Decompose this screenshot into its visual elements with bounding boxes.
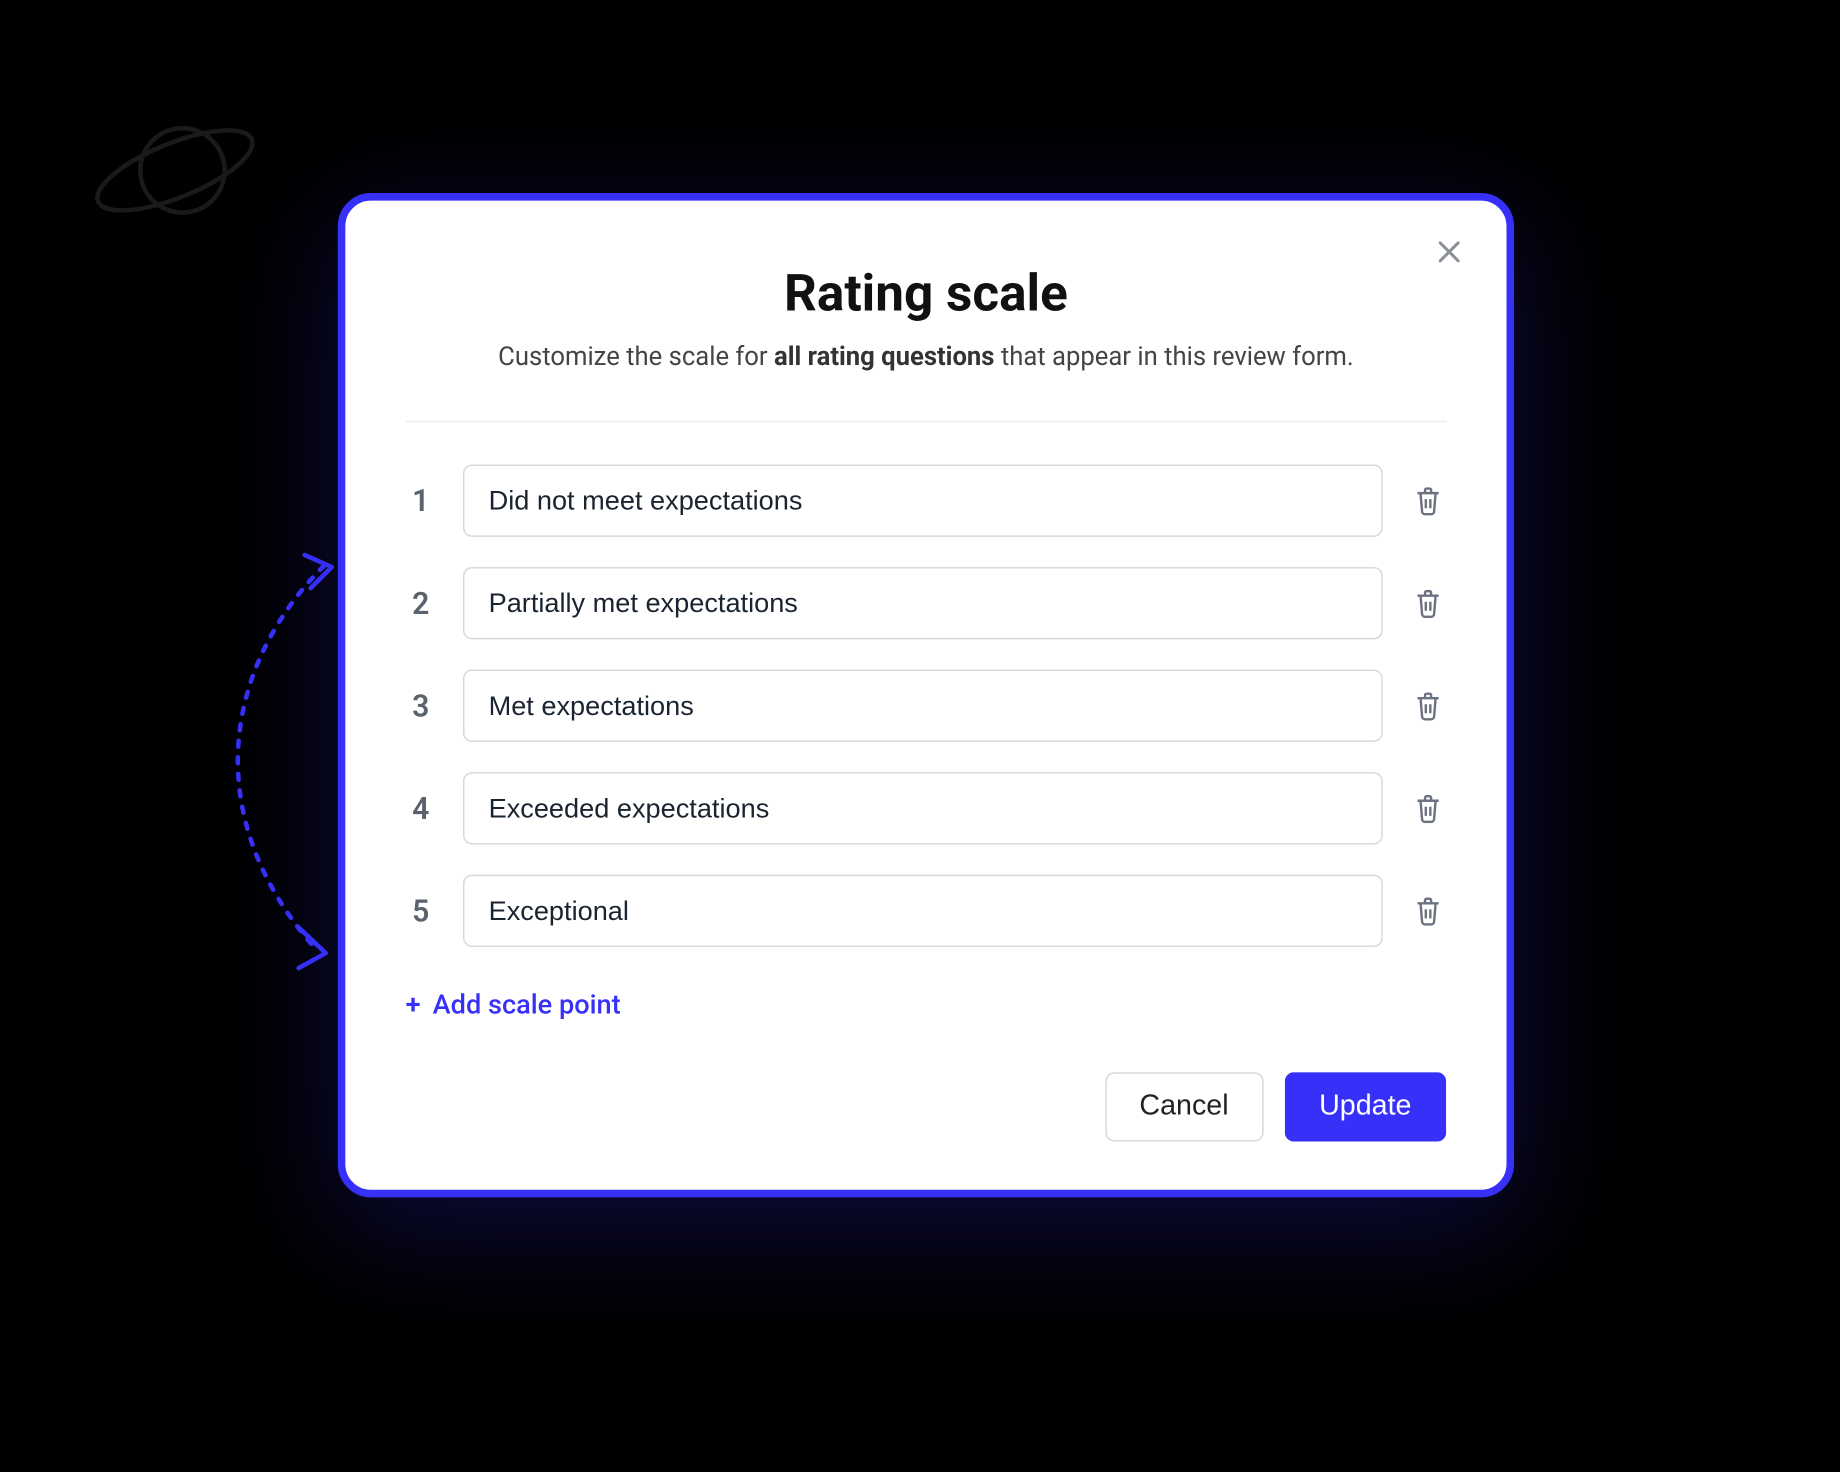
arrow-decoration [181, 543, 347, 986]
divider [406, 421, 1447, 423]
scale-number: 3 [406, 688, 436, 724]
scale-row: 5 [406, 875, 1447, 947]
trash-icon [1415, 588, 1442, 618]
modal-title: Rating scale [406, 264, 1447, 324]
add-scale-point-button[interactable]: + Add scale point [406, 989, 621, 1021]
scale-row: 1 [406, 464, 1447, 536]
scale-rows: 1 2 3 4 5 [406, 464, 1447, 947]
trash-icon [1415, 793, 1442, 823]
scale-input[interactable] [463, 875, 1383, 947]
plus-icon: + [406, 989, 421, 1021]
close-button[interactable] [1431, 234, 1467, 270]
scale-number: 1 [406, 483, 436, 519]
modal-subtitle: Customize the scale for all rating quest… [406, 342, 1447, 372]
delete-button[interactable] [1410, 585, 1446, 621]
scale-number: 5 [406, 893, 436, 929]
planet-icon [84, 103, 265, 245]
cancel-button[interactable]: Cancel [1105, 1072, 1264, 1141]
delete-button[interactable] [1410, 483, 1446, 519]
scale-row: 4 [406, 772, 1447, 844]
close-icon [1439, 241, 1460, 262]
delete-button[interactable] [1410, 688, 1446, 724]
scale-number: 4 [406, 790, 436, 826]
scale-row: 3 [406, 670, 1447, 742]
trash-icon [1415, 486, 1442, 516]
trash-icon [1415, 896, 1442, 926]
modal-footer: Cancel Update [406, 1072, 1447, 1141]
delete-button[interactable] [1410, 790, 1446, 826]
scale-number: 2 [406, 585, 436, 621]
scale-input[interactable] [463, 464, 1383, 536]
update-button[interactable]: Update [1284, 1072, 1446, 1141]
trash-icon [1415, 691, 1442, 721]
scale-input[interactable] [463, 567, 1383, 639]
delete-button[interactable] [1410, 893, 1446, 929]
add-scale-point-label: Add scale point [433, 989, 621, 1021]
scale-input[interactable] [463, 670, 1383, 742]
rating-scale-modal: Rating scale Customize the scale for all… [338, 193, 1514, 1197]
scale-row: 2 [406, 567, 1447, 639]
scale-input[interactable] [463, 772, 1383, 844]
